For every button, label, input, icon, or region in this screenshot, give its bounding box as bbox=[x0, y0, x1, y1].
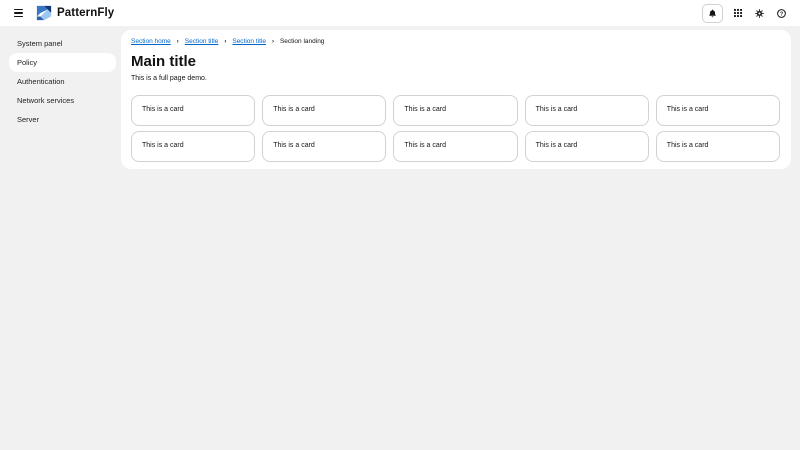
page-subtitle: This is a full page demo. bbox=[131, 75, 207, 82]
masthead-toolbar: ? bbox=[702, 3, 788, 23]
app-launcher-button[interactable] bbox=[732, 7, 744, 19]
card[interactable]: This is a card bbox=[131, 131, 256, 162]
settings-button[interactable] bbox=[753, 7, 766, 20]
help-button[interactable]: ? bbox=[775, 7, 788, 20]
sidebar-item-label: Authentication bbox=[17, 77, 65, 86]
nav-toggle-button[interactable] bbox=[12, 6, 26, 20]
breadcrumb-current: Section landing bbox=[279, 38, 325, 45]
card-title: This is a card bbox=[535, 142, 578, 149]
card-title: This is a card bbox=[142, 106, 184, 113]
chevron-right-icon: › bbox=[176, 38, 179, 45]
content-area: Section home › Section title › Section title… bbox=[121, 26, 800, 450]
sidebar-item-server[interactable]: Server bbox=[9, 110, 116, 129]
brand-name: PatternFly bbox=[57, 7, 115, 19]
card[interactable]: This is a card bbox=[524, 95, 649, 126]
card[interactable]: This is a card bbox=[393, 131, 518, 162]
masthead: PatternFly ? bbox=[0, 0, 800, 26]
card-title: This is a card bbox=[404, 142, 447, 149]
question-circle-icon: ? bbox=[777, 8, 786, 18]
chevron-right-icon: › bbox=[271, 38, 274, 45]
sidebar-item-network-services[interactable]: Network services bbox=[9, 91, 116, 110]
card[interactable]: This is a card bbox=[655, 131, 780, 162]
chevron-right-icon: › bbox=[224, 38, 227, 45]
card[interactable]: This is a card bbox=[262, 95, 387, 126]
card-title: This is a card bbox=[666, 142, 709, 149]
card[interactable]: This is a card bbox=[131, 95, 256, 126]
patternfly-logo-icon bbox=[36, 5, 52, 21]
masthead-left: PatternFly bbox=[12, 5, 114, 21]
page-title: Main title bbox=[131, 53, 197, 70]
grid-icon bbox=[734, 9, 742, 17]
card-title: This is a card bbox=[273, 106, 315, 113]
breadcrumb-link[interactable]: Section home bbox=[131, 38, 171, 45]
card[interactable]: This is a card bbox=[655, 95, 780, 126]
breadcrumb-link[interactable]: Section title bbox=[185, 38, 219, 45]
card-grid: This is a card This is a card This is a ca… bbox=[131, 95, 780, 162]
svg-text:?: ? bbox=[780, 11, 783, 17]
card-title: This is a card bbox=[666, 106, 709, 113]
card-title: This is a card bbox=[142, 142, 184, 149]
sidebar-item-label: Network services bbox=[17, 96, 75, 105]
notifications-button[interactable] bbox=[702, 3, 723, 23]
sidebar-item-label: Server bbox=[17, 115, 40, 124]
card[interactable]: This is a card bbox=[262, 131, 387, 162]
hamburger-icon bbox=[14, 8, 23, 11]
sidebar-item-label: System panel bbox=[17, 39, 63, 48]
card-title: This is a card bbox=[273, 142, 315, 149]
sidebar-item-label: Policy bbox=[17, 58, 38, 67]
sidebar-item-system-panel[interactable]: System panel bbox=[9, 34, 116, 53]
sidebar-item-authentication[interactable]: Authentication bbox=[9, 72, 116, 91]
sidebar-item-policy[interactable]: Policy bbox=[9, 53, 116, 72]
page-body: System panel Policy Authentication Network … bbox=[0, 26, 800, 450]
breadcrumb-link[interactable]: Section title bbox=[232, 38, 266, 45]
sidebar-nav: System panel Policy Authentication Network … bbox=[0, 26, 121, 450]
brand-logo[interactable]: PatternFly bbox=[36, 5, 114, 21]
card-title: This is a card bbox=[404, 106, 447, 113]
breadcrumb: Section home › Section title › Section title… bbox=[131, 38, 780, 45]
card[interactable]: This is a card bbox=[524, 131, 649, 162]
bell-icon bbox=[709, 9, 716, 17]
main-panel: Section home › Section title › Section title… bbox=[121, 30, 791, 169]
card[interactable]: This is a card bbox=[393, 95, 518, 126]
gear-icon bbox=[755, 8, 764, 18]
card-title: This is a card bbox=[535, 106, 578, 113]
